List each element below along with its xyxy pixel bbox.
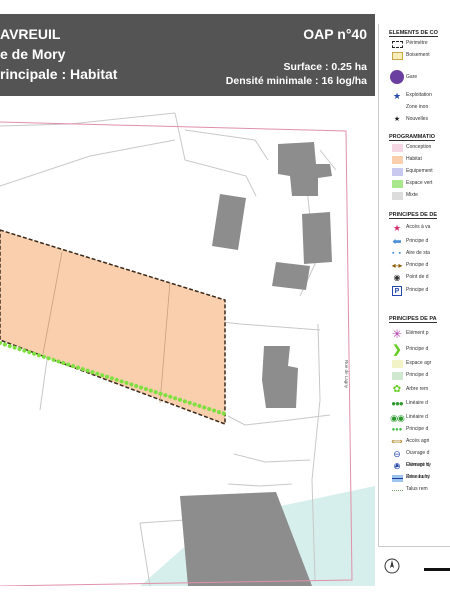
- legend-item: ★ Nouvelles: [389, 114, 450, 126]
- commune-title: AVREUIL: [0, 26, 61, 42]
- point-icon: ◉: [393, 273, 401, 282]
- dashed-rectangle-icon: [391, 39, 403, 49]
- legend-item: ◉ Point de d: [389, 272, 450, 284]
- site-title: e de Mory: [0, 46, 66, 62]
- legend-item: ✳ Elément p: [391, 327, 429, 341]
- legend-section-elements: ELEMENTS DE CO: [389, 30, 438, 37]
- double-arrow-icon: ⟺: [391, 437, 403, 446]
- square-swatch-icon: [391, 51, 403, 61]
- legend-item: ▪ ▪ Aire de sta: [392, 250, 430, 257]
- swatch-icon: [391, 167, 403, 177]
- swatch-icon: [391, 371, 403, 381]
- surface-value: Surface : 0.25 ha: [283, 61, 367, 73]
- chevron-icon: ❯: [392, 344, 402, 356]
- legend-item: Mixte: [389, 190, 450, 202]
- swatch-icon: [391, 179, 403, 189]
- north-arrow-icon: [384, 558, 400, 574]
- header-banner: AVREUIL e de Mory rincipale : Habitat OA…: [0, 14, 375, 96]
- density-value: Densité minimale : 16 log/ha: [225, 75, 367, 87]
- left-arrow-icon: ⬅: [392, 236, 402, 248]
- legend-section-desserte: PRINCIPES DE DE: [389, 212, 437, 219]
- street-label: Rue de Lagny: [344, 360, 349, 389]
- legend-item: P Principe d: [389, 285, 450, 297]
- swatch-icon: [391, 143, 403, 153]
- tree-icon: ✿: [392, 384, 402, 395]
- dotted-line-icon: ▪ ▪: [392, 250, 402, 257]
- triangle-icon: ▲: [393, 462, 401, 469]
- vocation-title: rincipale : Habitat: [0, 66, 118, 82]
- legend-item: Habitat: [389, 154, 450, 166]
- dots-icon: ●●●: [391, 427, 403, 433]
- legend-item: ●●● Principe d: [391, 426, 429, 433]
- legend-item: Réseau hy: [389, 472, 450, 484]
- legend-item: ⟺ Accès agri: [391, 437, 430, 446]
- star-icon: ★: [392, 91, 402, 101]
- legend-item: ★ Exploitation: [392, 91, 432, 101]
- legend-item: Principe d: [389, 370, 450, 382]
- legend-item: ★ Accès à va: [392, 223, 431, 233]
- map-canvas: Rue de Lagny: [0, 96, 375, 586]
- swatch-icon: [391, 359, 403, 369]
- legend-item: Périmètre: [389, 38, 450, 50]
- legend-item: ▲ Elément hy: [389, 460, 450, 472]
- legend-item: ❯ Principe d: [392, 344, 429, 356]
- legend-item: ⊖ Ouvrage d: [389, 448, 450, 460]
- circle-icon: ⊖: [393, 449, 401, 459]
- line-icon: [391, 473, 403, 483]
- legend-item: Conception: [389, 142, 450, 154]
- legend-item: ✿ Arbre rem: [392, 384, 429, 395]
- legend-item: ⬅ Principe d: [392, 236, 429, 248]
- legend-item: Equipement: [389, 166, 450, 178]
- scale-bar: [424, 568, 450, 571]
- oap-info: OAP n°40 Surface : 0.25 ha Densité minim…: [226, 24, 367, 88]
- legend-item: ●●● Linéaire d: [391, 399, 428, 408]
- legend-section-programmation: PROGRAMMATIO: [389, 134, 436, 141]
- legend-item: ◂-▸ Principe d: [391, 261, 429, 270]
- parking-icon: P: [391, 286, 403, 296]
- star-icon: ★: [392, 223, 402, 233]
- legend-section-paysage: PRINCIPES DE PA: [389, 316, 437, 323]
- legend-item: Boisement: [389, 50, 450, 62]
- train-station-icon: [390, 67, 404, 87]
- legend-panel-continued: ▲ Elément hy Réseau hy Talus rem: [378, 462, 450, 546]
- empty-swatch-icon: [391, 103, 403, 113]
- oap-number: OAP n°40: [303, 26, 367, 42]
- legend-item: Espace agr: [389, 358, 450, 370]
- swatch-icon: [391, 191, 403, 201]
- legend-item: Gare: [389, 66, 450, 88]
- asterisk-icon: ✳: [391, 327, 403, 341]
- tree-row-icon: ◉◉: [390, 413, 405, 423]
- small-star-icon: ★: [393, 116, 401, 123]
- legend-item: Zone inon: [389, 102, 450, 114]
- legend-item: ◉◉ Linéaire d: [390, 413, 428, 423]
- double-arrow-icon: ◂-▸: [391, 261, 403, 270]
- legend-panel: ELEMENTS DE CO Périmètre Boisement Gare …: [378, 24, 450, 494]
- swatch-icon: [391, 155, 403, 165]
- legend-item: Espace vert: [389, 178, 450, 190]
- legend-divider: [378, 546, 450, 547]
- title-block: AVREUIL e de Mory rincipale : Habitat: [0, 24, 117, 84]
- tree-row-icon: ●●●: [391, 399, 404, 408]
- dotted-line-icon: [391, 485, 403, 495]
- legend-item: Talus rem: [389, 484, 450, 496]
